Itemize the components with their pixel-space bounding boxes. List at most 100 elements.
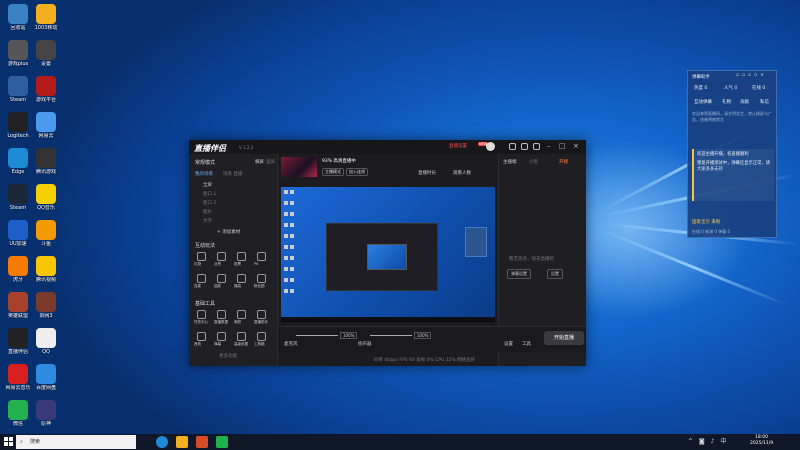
tool-icon[interactable] [217,332,226,341]
tool-icon[interactable] [217,252,226,261]
menu-icon[interactable] [533,143,540,150]
desktop-icon[interactable]: 游戏平台 [30,76,62,103]
chat-message-1: 欢迎主播开播，祝直播顺利 [697,152,749,157]
my-scene-tab[interactable]: 我的场景 [195,171,213,177]
chat-tab-contrib[interactable]: 贡献 [740,99,749,105]
scene-mode-dropdown[interactable]: 常规模式 [195,159,215,166]
desktop-icon[interactable]: QQ音乐 [30,184,62,211]
tool-icon[interactable] [237,310,246,319]
clock[interactable]: 18:00 2025/11/9 [750,435,773,447]
tool-icon[interactable] [197,332,206,341]
app-icon [36,76,56,96]
desktop-icon-label: 1003移动 [34,25,58,31]
desktop-icon[interactable]: 设置 [30,40,62,67]
tool-label: 美颜 [234,320,241,324]
mini-desktop-icon [284,234,288,238]
audio-control-bar: 麦克风 100% 扬声器 100% 设置 工具 开始直播 [278,326,586,352]
live-app-icon[interactable] [196,436,208,448]
start-icon[interactable] [4,437,13,446]
join-link-pill[interactable]: 加入连线 [346,168,368,176]
skin-icon[interactable] [521,143,528,150]
mini-desktop-icon [290,256,294,260]
mic-slider[interactable] [296,335,338,336]
chat-tab-gift[interactable]: 礼物 [722,99,731,105]
tool-icon[interactable] [257,252,266,261]
speaker-slider[interactable] [370,335,412,336]
scene-item[interactable]: 窗口 1 [203,191,216,197]
tool-icon[interactable] [237,252,246,261]
settings-small-button[interactable]: 设置 [504,341,513,347]
tool-icon[interactable] [197,252,206,261]
desktop-icon[interactable]: 原神 [30,400,62,427]
tab-host[interactable]: 主播端 [503,159,517,165]
speaker-label: 扬声器 [358,342,372,347]
tool-icon[interactable] [197,310,206,319]
mini-desktop-icon [290,289,294,293]
desktop-icon[interactable]: 剑网3 [30,292,62,319]
tool-icon[interactable] [197,274,206,283]
tool-icon[interactable] [257,332,266,341]
start-live-button[interactable]: 开始直播 [544,331,584,345]
tab-live[interactable]: 开播 [559,159,568,165]
avatar[interactable] [486,142,495,151]
wechat-icon[interactable] [216,436,228,448]
tab-mini[interactable]: 小窗 [529,159,538,165]
desktop-icon[interactable]: 腾讯游戏 [30,148,62,175]
desktop-icon-label: 百度网盘 [35,385,56,391]
tool-icon[interactable] [217,310,226,319]
desktop-icon[interactable]: 腾讯视频 [30,256,62,283]
desktop-icon[interactable]: 百度网盘 [30,364,62,391]
tool-icon[interactable] [257,274,266,283]
mic-volume: 100% [340,332,358,339]
maximize-icon[interactable]: □ [559,142,566,150]
tab-portrait[interactable]: 竖屏 [266,159,275,165]
desktop-icon[interactable]: 网易云 [30,112,62,139]
scene-subtabs[interactable]: 场景 直播 [223,171,242,177]
scene-item[interactable]: 全屏 [203,182,212,188]
tool-icon[interactable] [237,332,246,341]
scene-item[interactable]: 窗口 2 [203,200,216,206]
danmu-chat-panel: 弹幕助手 ▫▫▫▫× 热度 0 人气 0 在线 0 互动弹幕 礼物 贡献 私信 … [687,70,777,238]
desktop-icon[interactable]: 斗鱼 [30,220,62,247]
danmu-settings-button[interactable]: 弹幕设置 [507,269,531,279]
title-bar[interactable]: 直播伴侣 V 1.2.3 直播设置 NEW – □ × [189,140,586,154]
tool-icon[interactable] [217,274,226,283]
tool-icon[interactable] [257,310,266,319]
desktop-icon[interactable]: QQ [30,328,62,355]
scene-item[interactable]: 图片 [203,209,212,215]
chat-tab-danmu[interactable]: 互动弹幕 [694,99,712,105]
settings-button[interactable]: 设置 [547,269,563,279]
mic-label: 麦克风 [284,342,298,347]
tools-small-button[interactable]: 工具 [522,341,531,347]
chat-footer: 在线 0 新增 0 弹幕 0 [692,229,730,234]
more-functions-link[interactable]: 更多功能 [219,353,237,359]
close-icon[interactable]: × [573,142,579,150]
tab-landscape[interactable]: 横屏 [255,159,264,165]
stream-cover-thumbnail[interactable] [281,157,317,177]
preview-canvas[interactable] [281,187,495,322]
chat-tab-dm[interactable]: 私信 [760,99,769,105]
explorer-icon[interactable] [176,436,188,448]
mini-desktop-icon [290,234,294,238]
live-settings-button[interactable]: 直播设置 [449,143,467,149]
mini-desktop-icon [284,190,288,194]
mini-desktop-icon [284,223,288,227]
app-icon [36,364,56,384]
tool-icon[interactable] [237,274,246,283]
add-source-button[interactable]: + 添加素材 [217,229,240,235]
minimize-icon[interactable]: – [547,142,551,150]
desktop-icon[interactable]: 1003移动 [30,4,62,31]
search-input[interactable]: ⌕ 搜索 [16,435,136,449]
stat-online: 在线 0 [752,86,766,91]
scene-item[interactable]: 文字 [203,218,212,224]
mini-desktop-icon [290,201,294,205]
interact-heading: 互动玩法 [195,243,216,249]
edge-icon[interactable] [156,436,168,448]
chat-window-controls[interactable]: ▫▫▫▫× [736,73,767,78]
mini-desktop-icon [290,278,294,282]
message-icon[interactable] [509,143,516,150]
mini-desktop-icon [284,256,288,260]
mini-desktop-icon [284,201,288,205]
tray-icons[interactable]: ^ ◙ ♪ 中 [688,436,736,448]
anchor-mode-pill[interactable]: 主播模式 [322,168,344,176]
